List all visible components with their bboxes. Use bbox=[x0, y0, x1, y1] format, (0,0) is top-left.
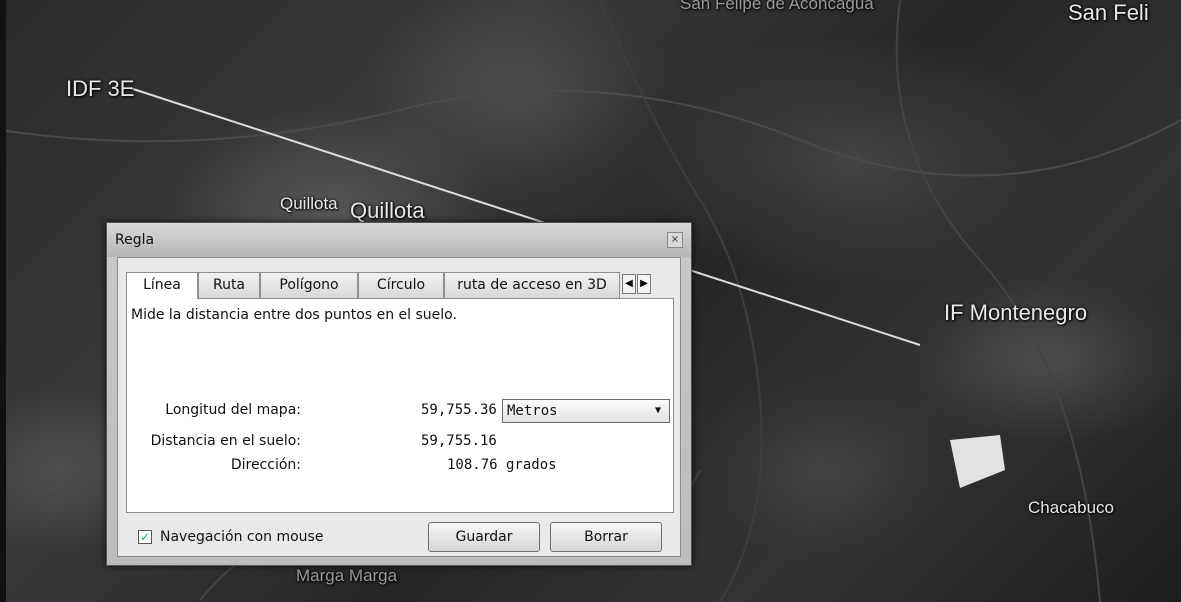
place-san-felipe: San Feli bbox=[1068, 0, 1149, 25]
place-if-montenegro: IF Montenegro bbox=[944, 300, 1088, 325]
tab-circulo[interactable]: Círculo bbox=[358, 272, 444, 298]
dialog-title: Regla bbox=[115, 232, 155, 248]
tab-ruta-3d[interactable]: ruta de acceso en 3D bbox=[444, 272, 620, 298]
unit-select[interactable]: Metros ▼ bbox=[502, 399, 670, 423]
close-button[interactable]: × bbox=[667, 232, 683, 248]
mouse-navigation-checkbox[interactable]: ✓ bbox=[138, 530, 152, 544]
panel-description: Mide la distancia entre dos puntos en el… bbox=[131, 307, 457, 323]
map-length-value: 59,755.36 bbox=[421, 402, 497, 418]
mouse-navigation-label[interactable]: Navegación con mouse bbox=[160, 529, 323, 545]
place-chacabuco: Chacabuco bbox=[1028, 498, 1115, 517]
ruler-dialog: Regla × Línea Ruta Polígono Círculo ruta… bbox=[106, 222, 692, 566]
unit-select-value: Metros bbox=[507, 403, 558, 419]
direction-label: Dirección: bbox=[230, 457, 301, 473]
save-button[interactable]: Guardar bbox=[428, 522, 540, 552]
tab-linea[interactable]: Línea bbox=[126, 272, 198, 299]
place-quillota-small: Quillota bbox=[280, 194, 338, 213]
dialog-titlebar[interactable]: Regla × bbox=[107, 223, 691, 257]
tab-scroll-right-icon[interactable]: ▶ bbox=[637, 274, 651, 294]
place-idf-3e: IDF 3E bbox=[66, 76, 135, 101]
dialog-footer: ✓ Navegación con mouse Guardar Borrar bbox=[118, 520, 680, 558]
ground-distance-value: 59,755.16 bbox=[421, 433, 497, 449]
map-length-label: Longitud del mapa: bbox=[165, 402, 301, 418]
ground-distance-label: Distancia en el suelo: bbox=[150, 433, 301, 449]
place-san-felipe-aconcagua: San Felipe de Aconcagua bbox=[680, 0, 874, 13]
direction-value: 108.76 grados bbox=[447, 457, 557, 473]
delete-button[interactable]: Borrar bbox=[550, 522, 662, 552]
tab-ruta[interactable]: Ruta bbox=[198, 272, 260, 298]
tab-scroll-left-icon[interactable]: ◀ bbox=[622, 274, 636, 294]
place-marga-marga: Marga Marga bbox=[296, 566, 398, 585]
linea-panel: Mide la distancia entre dos puntos en el… bbox=[126, 298, 674, 513]
reservoir bbox=[950, 435, 1005, 488]
chevron-down-icon: ▼ bbox=[654, 405, 661, 416]
dialog-body: Línea Ruta Polígono Círculo ruta de acce… bbox=[117, 257, 681, 557]
place-quillota: Quillota bbox=[350, 198, 425, 223]
tab-poligono[interactable]: Polígono bbox=[260, 272, 358, 298]
tab-bar: Línea Ruta Polígono Círculo ruta de acce… bbox=[126, 272, 674, 299]
